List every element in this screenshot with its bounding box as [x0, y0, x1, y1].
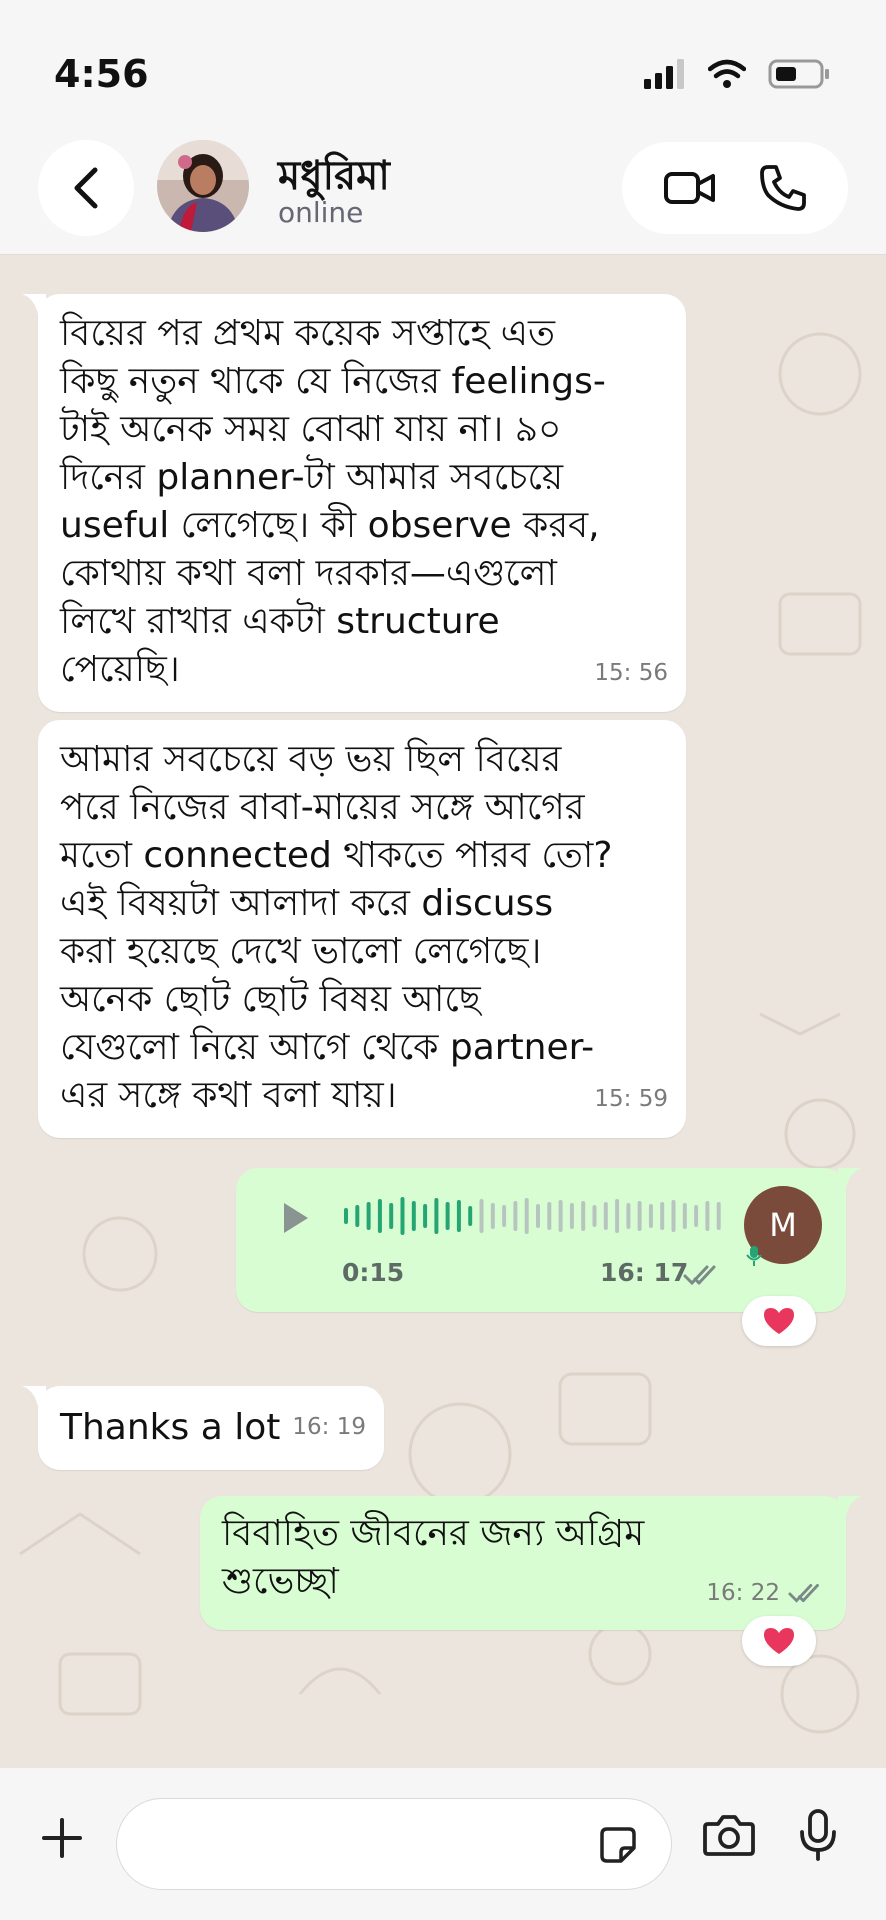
waveform-bar — [423, 1204, 428, 1228]
battery-icon — [768, 59, 829, 89]
message-time: 15: 56 — [594, 660, 668, 686]
waveform-bar — [660, 1202, 665, 1230]
message-text: বিয়ের পর প্রথম কয়েক সপ্তাহে এত কিছু নত… — [60, 313, 606, 690]
double-check-icon — [683, 1265, 716, 1286]
message-bubble-incoming[interactable]: Thanks a lot 16: 19 — [22, 1386, 384, 1470]
sticker-icon[interactable] — [599, 1826, 637, 1864]
message-bubble-incoming[interactable]: আমার সবচেয়ে বড় ভয় ছিল বিয়ের পরে নিজে… — [38, 720, 686, 1138]
waveform-bar — [389, 1203, 394, 1229]
message-text: আমার সবচেয়ে বড় ভয় ছিল বিয়ের পরে নিজে… — [60, 739, 613, 1116]
voice-message-bubble[interactable]: 0:15 16: 17 M — [236, 1168, 862, 1312]
plus-icon[interactable] — [40, 1816, 84, 1860]
waveform-bar — [411, 1201, 416, 1231]
waveform-bar — [400, 1197, 405, 1235]
wifi-icon — [708, 59, 746, 88]
waveform-bar — [513, 1201, 518, 1231]
message-meta: 16: 19 — [292, 1414, 366, 1440]
waveform-bar — [490, 1203, 495, 1229]
chat-header: মধুরিমা online — [0, 130, 886, 255]
heart-icon — [764, 1308, 794, 1334]
contact-avatar[interactable] — [157, 140, 249, 232]
chevron-left-icon — [74, 167, 98, 209]
avatar-photo — [157, 140, 249, 232]
signal-icon — [644, 59, 684, 89]
waveform-bar — [377, 1199, 382, 1233]
waveform-bar — [524, 1198, 529, 1234]
message-meta: 15: 59 — [594, 1086, 668, 1112]
message-time: 16: 19 — [292, 1414, 366, 1440]
microphone-icon[interactable] — [798, 1808, 838, 1862]
waveform-bar — [648, 1204, 653, 1228]
message-time: 16: 22 — [706, 1580, 780, 1606]
waveform-bar — [445, 1202, 450, 1230]
status-time: 4:56 — [54, 52, 149, 96]
bubble-tail — [838, 1168, 862, 1188]
phone-call-icon[interactable] — [758, 163, 808, 213]
message-bubble-incoming[interactable]: বিয়ের পর প্রথম কয়েক সপ্তাহে এত কিছু নত… — [22, 294, 686, 712]
waveform-bar — [671, 1200, 676, 1232]
waveform-bar — [603, 1202, 608, 1230]
message-meta: 16: 22 — [706, 1580, 828, 1606]
status-bar: 4:56 — [0, 0, 886, 140]
mic-badge-icon — [746, 1246, 762, 1266]
waveform-bar — [637, 1201, 642, 1231]
bubble-tail — [22, 1386, 46, 1406]
waveform-bar — [626, 1203, 631, 1229]
waveform-bar — [615, 1199, 620, 1233]
waveform-bar — [434, 1198, 439, 1234]
back-button[interactable] — [38, 140, 134, 236]
waveform-bar — [536, 1204, 540, 1228]
call-actions — [622, 142, 848, 234]
waveform-bar — [716, 1202, 721, 1230]
status-icons — [644, 58, 830, 90]
waveform-bar — [479, 1199, 484, 1233]
contact-status: online — [278, 196, 364, 229]
waveform-bar — [558, 1200, 563, 1232]
heart-icon — [764, 1628, 794, 1654]
waveform-bar — [547, 1202, 552, 1230]
waveform-bar — [694, 1205, 699, 1227]
composer-bar — [0, 1768, 886, 1920]
waveform-bar — [456, 1200, 461, 1232]
waveform-bar — [705, 1201, 710, 1231]
voice-waveform[interactable] — [342, 1196, 726, 1236]
play-icon[interactable] — [280, 1200, 312, 1236]
double-check-icon — [788, 1583, 819, 1603]
waveform-bar — [355, 1205, 360, 1227]
waveform-bar — [581, 1201, 586, 1231]
waveform-bar — [682, 1203, 687, 1229]
reaction-badge[interactable] — [742, 1296, 816, 1346]
message-meta: 15: 56 — [594, 660, 668, 686]
waveform-bar — [569, 1203, 574, 1229]
waveform-bar — [468, 1206, 473, 1226]
waveform-bar — [366, 1202, 371, 1230]
reaction-badge[interactable] — [742, 1616, 816, 1666]
bubble-tail — [22, 294, 46, 314]
camera-icon[interactable] — [702, 1812, 756, 1858]
message-bubble-outgoing[interactable]: বিবাহিত জীবনের জন্য অগ্রিম শুভেচ্ছা 16: … — [200, 1496, 862, 1630]
waveform-bar — [502, 1205, 507, 1227]
message-input[interactable] — [116, 1798, 672, 1890]
message-time: 16: 17 — [600, 1258, 689, 1287]
chat-area[interactable]: বিয়ের পর প্রথম কয়েক সপ্তাহে এত কিছু নত… — [0, 254, 886, 1768]
voice-duration: 0:15 — [342, 1258, 405, 1287]
waveform-bar — [344, 1208, 348, 1224]
waveform-bar — [592, 1205, 597, 1227]
video-call-icon[interactable] — [663, 168, 717, 208]
message-time: 15: 59 — [594, 1086, 668, 1112]
bubble-tail — [838, 1496, 862, 1516]
